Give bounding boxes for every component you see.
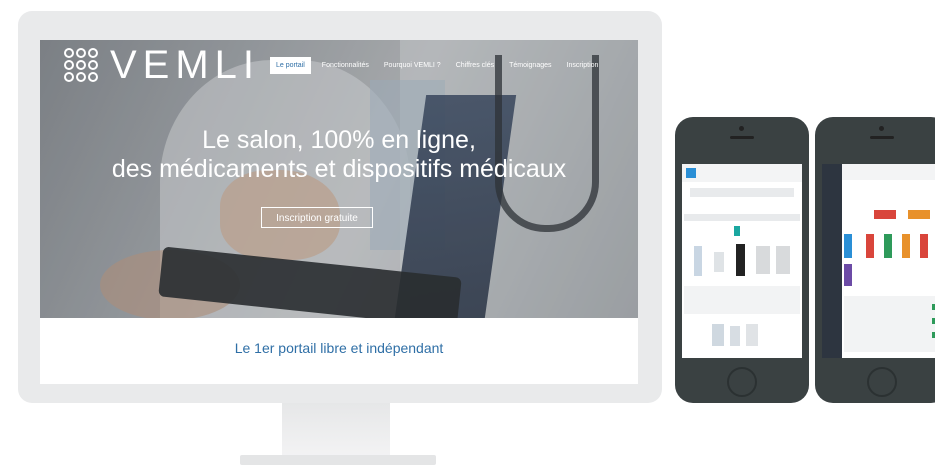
mini-product-7 <box>730 326 740 346</box>
desktop-monitor: VEMLI Le portail Fonctionnalités Pourquo… <box>18 11 662 403</box>
mini-product-1 <box>694 246 702 276</box>
phone-speaker <box>730 136 754 139</box>
mini-product-4 <box>756 246 770 274</box>
mini-filter-row <box>684 214 800 221</box>
monitor-stand-base <box>240 455 436 465</box>
phone-mockup-catalog <box>675 117 809 403</box>
mini-teal-tag <box>734 226 740 236</box>
mini-search-bar <box>690 188 794 197</box>
phone-home-button <box>727 367 757 397</box>
hero-section: VEMLI Le portail Fonctionnalités Pourquo… <box>40 40 638 318</box>
mini-green-card <box>884 234 892 258</box>
nav-item-fonctionnalites[interactable]: Fonctionnalités <box>318 57 373 74</box>
mini-orange-button-1 <box>874 210 896 219</box>
phone-camera <box>739 126 744 131</box>
nav-item-inscription[interactable]: Inscription <box>563 57 603 74</box>
phone-mockup-dashboard <box>815 117 935 403</box>
phone-speaker <box>870 136 894 139</box>
nav-item-le-portail[interactable]: Le portail <box>270 57 311 74</box>
vemli-logo-icon <box>60 46 102 86</box>
phone-screen-dashboard <box>822 164 935 358</box>
nav-item-chiffres-cles[interactable]: Chiffres clés <box>452 57 498 74</box>
logo-text: VEMLI <box>110 43 261 87</box>
nav-item-temoignages[interactable]: Témoignages <box>505 57 555 74</box>
vemli-logo[interactable]: VEMLI <box>60 43 260 88</box>
mini-red-card <box>866 234 874 258</box>
mini-orange-card <box>902 234 910 258</box>
mini-logo-icon <box>686 168 696 178</box>
hero-headline-line2: des médicaments et dispositifs médicaux <box>111 155 567 183</box>
mini-product-5 <box>776 246 790 274</box>
main-nav: Le portail Fonctionnalités Pourquoi VEML… <box>270 57 602 74</box>
mini-product-2 <box>714 252 724 272</box>
mini-product-3 <box>736 244 745 276</box>
mini-orange-button-2 <box>908 210 930 219</box>
hero-headline-line1: Le salon, 100% en ligne, <box>202 126 476 154</box>
mini-purple-card <box>844 264 852 286</box>
monitor-screen: VEMLI Le portail Fonctionnalités Pourquo… <box>40 40 638 384</box>
mini-header-bar <box>682 164 802 182</box>
mini-blue-card <box>844 234 852 258</box>
mini-header-bar <box>842 164 935 180</box>
tagline: Le 1er portail libre et indépendant <box>234 340 444 356</box>
hero-headline: Le salon, 100% en ligne, des médicaments… <box>40 126 638 184</box>
mini-product-6 <box>712 324 724 346</box>
mini-sidebar <box>822 164 842 358</box>
nav-item-pourquoi-vemli[interactable]: Pourquoi VEMLI ? <box>380 57 445 74</box>
phone-camera <box>879 126 884 131</box>
phone-home-button <box>867 367 897 397</box>
monitor-stand <box>282 403 390 457</box>
mini-red-card-2 <box>920 234 928 258</box>
signup-button[interactable]: Inscription gratuite <box>261 207 373 228</box>
mini-table <box>844 296 935 352</box>
phone-screen-catalog <box>682 164 802 358</box>
mini-product-8 <box>746 324 758 346</box>
mini-product-table <box>684 286 800 314</box>
